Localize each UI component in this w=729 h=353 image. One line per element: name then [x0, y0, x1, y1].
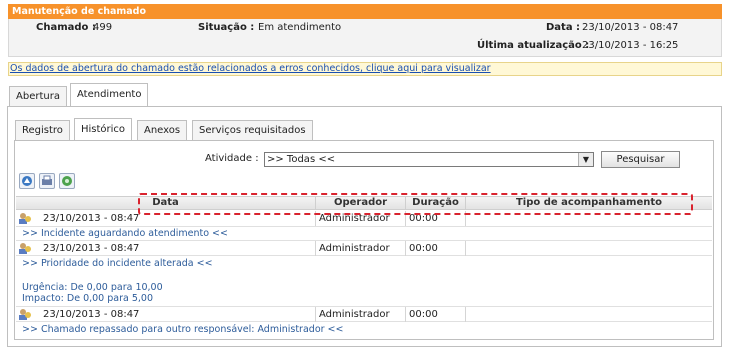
- tab-historico[interactable]: Histórico: [74, 118, 133, 141]
- row-operador: Administrador: [316, 307, 406, 322]
- users-icon: [19, 243, 31, 254]
- row-detail: >> Prioridade do incidente alterada <<: [22, 258, 213, 269]
- page-title: Manutenção de chamado: [8, 4, 722, 19]
- row-duracao: 00:00: [406, 241, 466, 256]
- ultima-atualizacao-value: 23/10/2013 - 16:25: [582, 40, 679, 51]
- ticket-info-panel: Chamado : 499 Situação : Em atendimento …: [8, 19, 722, 57]
- print-icon[interactable]: [39, 173, 55, 189]
- row-data: 23/10/2013 - 08:47: [42, 307, 316, 322]
- search-button[interactable]: Pesquisar: [601, 151, 680, 168]
- refresh-icon[interactable]: [59, 173, 75, 189]
- table-row[interactable]: 23/10/2013 - 08:47 Administrador 00:00: [16, 240, 712, 256]
- activity-select[interactable]: >> Todas << ▼: [264, 152, 594, 167]
- header-highlight: [138, 193, 693, 215]
- data-label: Data :: [546, 22, 581, 33]
- ultima-atualizacao-label: Última atualização :: [477, 40, 590, 51]
- tab-atendimento[interactable]: Atendimento: [70, 83, 149, 107]
- row-detail: >> Chamado repassado para outro responsá…: [22, 324, 344, 335]
- chamado-label: Chamado :: [36, 22, 96, 33]
- chevron-down-icon[interactable]: ▼: [578, 153, 593, 166]
- tab-registro[interactable]: Registro: [15, 120, 70, 141]
- row-tipo: [466, 307, 712, 322]
- row-operador: Administrador: [316, 241, 406, 256]
- known-errors-notice: Os dados de abertura do chamado estão re…: [8, 62, 722, 76]
- row-data: 23/10/2013 - 08:47: [42, 241, 316, 256]
- row-detail: Urgência: De 0,00 para 10,00: [22, 282, 163, 293]
- row-duracao: 00:00: [406, 307, 466, 322]
- tab-abertura[interactable]: Abertura: [9, 86, 67, 107]
- row-detail: >> Incidente aguardando atendimento <<: [22, 228, 228, 239]
- export-icon[interactable]: [19, 173, 35, 189]
- row-tipo: [466, 241, 712, 256]
- users-icon: [19, 309, 31, 320]
- activity-label: Atividade :: [205, 153, 259, 164]
- situacao-value: Em atendimento: [258, 22, 342, 33]
- activity-select-value: >> Todas <<: [267, 154, 336, 165]
- tab-anexos[interactable]: Anexos: [137, 120, 188, 141]
- table-row[interactable]: 23/10/2013 - 08:47 Administrador 00:00: [16, 306, 712, 322]
- row-detail: Impacto: De 0,00 para 5,00: [22, 293, 153, 304]
- users-icon: [19, 213, 31, 224]
- data-value: 23/10/2013 - 08:47: [582, 22, 679, 33]
- situacao-label: Situação :: [198, 22, 255, 33]
- known-errors-link[interactable]: Os dados de abertura do chamado estão re…: [10, 63, 491, 74]
- tab-servicos-requisitados[interactable]: Serviços requisitados: [192, 120, 313, 141]
- chamado-value: 499: [93, 22, 113, 33]
